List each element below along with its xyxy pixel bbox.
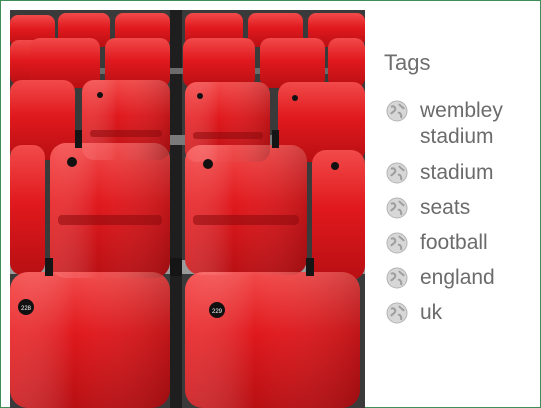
globe-icon: [386, 162, 408, 184]
seat-number-229: 229: [212, 309, 223, 315]
tags-panel: Tags wembley stadium stadium seats footb…: [380, 50, 540, 335]
tag-item[interactable]: football: [380, 230, 540, 256]
photo-image: 228 229: [10, 10, 365, 408]
tag-item[interactable]: wembley stadium: [380, 98, 540, 150]
globe-icon: [386, 232, 408, 254]
tag-link-uk[interactable]: uk: [420, 300, 442, 326]
tag-link-england[interactable]: england: [420, 265, 495, 291]
stadium-seats-photo[interactable]: 228 229: [10, 10, 365, 408]
tag-link-seats[interactable]: seats: [420, 195, 470, 221]
tag-link-stadium[interactable]: stadium: [420, 160, 494, 186]
tag-link-football[interactable]: football: [420, 230, 488, 256]
tags-title: Tags: [384, 50, 431, 75]
globe-icon: [386, 302, 408, 324]
tag-item[interactable]: england: [380, 265, 540, 291]
globe-icon: [386, 267, 408, 289]
tag-list: wembley stadium stadium seats football e…: [380, 98, 540, 326]
tag-link-wembley-stadium[interactable]: wembley stadium: [420, 98, 532, 150]
globe-icon: [386, 197, 408, 219]
globe-icon: [386, 100, 408, 122]
tag-item[interactable]: seats: [380, 195, 540, 221]
seat-number-228: 228: [21, 306, 32, 312]
tag-item[interactable]: uk: [380, 300, 540, 326]
tag-item[interactable]: stadium: [380, 160, 540, 186]
